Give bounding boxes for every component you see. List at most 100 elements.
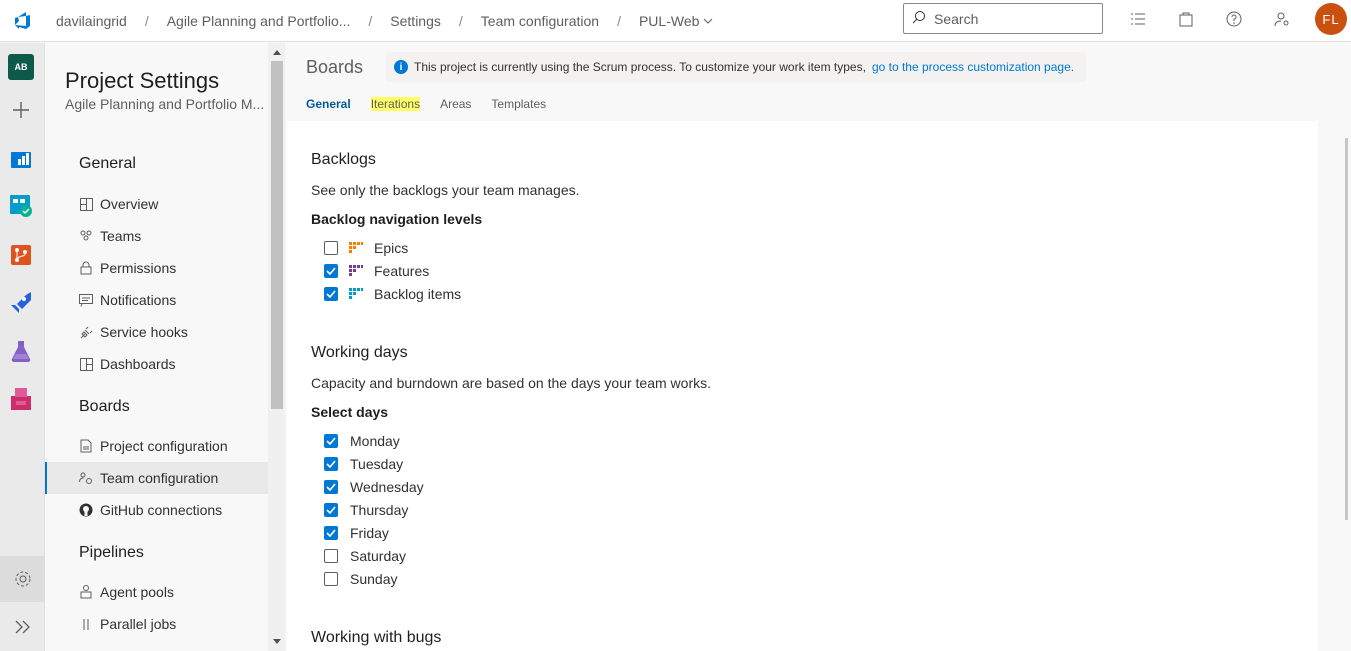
checkbox[interactable]	[324, 264, 338, 278]
checkbox[interactable]	[324, 526, 338, 540]
chevron-down-icon	[703, 13, 713, 29]
boards-icon[interactable]	[8, 193, 34, 219]
process-customization-link[interactable]: go to the process customization page.	[872, 60, 1074, 74]
tab-areas[interactable]: Areas	[440, 97, 471, 111]
overview-icon[interactable]	[8, 146, 34, 172]
backlog-level-label: Backlog items	[374, 286, 462, 302]
teams-icon	[79, 229, 93, 243]
section-general: General	[79, 155, 136, 172]
checkbox[interactable]	[324, 572, 338, 586]
sidebar-item-team-configuration[interactable]: Team configuration	[45, 462, 268, 494]
add-icon[interactable]	[8, 97, 34, 123]
sidebar-item-dashboards[interactable]: Dashboards	[45, 348, 268, 380]
settings-content: Backlogs See only the backlogs your team…	[287, 121, 1318, 651]
app-rail: AB	[0, 43, 45, 651]
backlogs-heading: Backlogs	[311, 151, 376, 168]
avatar[interactable]: FL	[1315, 3, 1347, 35]
plug-icon	[79, 325, 93, 339]
day-friday[interactable]: Friday	[324, 523, 389, 543]
search-box[interactable]: Search	[903, 3, 1103, 34]
section-pipelines: Pipelines	[79, 544, 144, 561]
pipelines-icon[interactable]	[8, 290, 34, 316]
checkbox[interactable]	[324, 241, 338, 255]
shopping-bag-icon[interactable]	[1173, 6, 1199, 32]
sidebar-item-parallel-jobs[interactable]: Parallel jobs	[45, 608, 268, 640]
main-scrollbar[interactable]	[1345, 138, 1348, 520]
scroll-down-arrow-icon[interactable]	[271, 636, 283, 648]
section-boards: Boards	[79, 398, 130, 415]
breadcrumb-separator: /	[368, 12, 373, 29]
sidebar-title: Project Settings	[65, 68, 220, 93]
breadcrumb-project[interactable]: Agile Planning and Portfolio...	[163, 13, 355, 29]
day-label: Tuesday	[350, 456, 404, 472]
sidebar-item-agent-pools[interactable]: Agent pools	[45, 576, 268, 608]
checkbox[interactable]	[324, 549, 338, 563]
day-tuesday[interactable]: Tuesday	[324, 454, 403, 474]
day-sunday[interactable]: Sunday	[324, 569, 397, 589]
tab-general[interactable]: General	[306, 97, 351, 111]
page-title: Boards	[306, 57, 364, 77]
user-settings-icon[interactable]	[1269, 6, 1295, 32]
day-label: Sunday	[350, 571, 398, 587]
breadcrumb-team-picker[interactable]: PUL-Web	[635, 13, 717, 29]
sidebar-subtitle: Agile Planning and Portfolio M...	[65, 96, 265, 112]
settings-gear-icon[interactable]	[0, 556, 45, 602]
lock-icon	[79, 261, 93, 275]
artifacts-icon[interactable]	[8, 386, 34, 412]
info-banner: i This project is currently using the Sc…	[386, 52, 1086, 82]
day-label: Wednesday	[350, 479, 424, 495]
breadcrumb-org[interactable]: davilaingrid	[52, 13, 131, 29]
day-saturday[interactable]: Saturday	[324, 546, 406, 566]
breadcrumb-team-configuration[interactable]: Team configuration	[477, 13, 603, 29]
repos-icon[interactable]	[8, 242, 34, 268]
sidebar-item-label: Dashboards	[100, 356, 176, 372]
sidebar-item-label: Teams	[100, 228, 142, 244]
day-monday[interactable]: Monday	[324, 431, 400, 451]
backlog-level-backlog-items[interactable]: Backlog items	[324, 284, 461, 304]
day-label: Thursday	[350, 502, 409, 518]
checkbox[interactable]	[324, 287, 338, 301]
checkbox[interactable]	[324, 457, 338, 471]
tab-templates[interactable]: Templates	[491, 97, 546, 111]
document-icon	[79, 439, 93, 453]
sidebar-item-service-hooks[interactable]: Service hooks	[45, 316, 268, 348]
breadcrumb-separator: /	[144, 12, 149, 29]
backlog-level-epics[interactable]: Epics	[324, 238, 408, 258]
checkbox[interactable]	[324, 434, 338, 448]
sidebar-scrollbar-thumb[interactable]	[271, 61, 283, 409]
breadcrumb-settings[interactable]: Settings	[386, 13, 445, 29]
backlog-item-icon	[349, 288, 363, 299]
sidebar-item-notifications[interactable]: Notifications	[45, 284, 268, 316]
info-icon: i	[394, 60, 408, 74]
expand-chevrons-icon[interactable]	[0, 604, 45, 650]
sidebar-item-label: Parallel jobs	[100, 616, 177, 632]
info-text: This project is currently using the Scru…	[414, 60, 866, 74]
sidebar-item-label: Notifications	[100, 292, 177, 308]
notification-icon	[79, 293, 93, 307]
azure-devops-logo-icon[interactable]	[0, 0, 44, 42]
search-placeholder: Search	[934, 10, 979, 27]
sidebar-item-label: Service hooks	[100, 324, 188, 340]
tab-iterations[interactable]: Iterations	[370, 97, 421, 111]
sidebar-item-permissions[interactable]: Permissions	[45, 252, 268, 284]
checkbox[interactable]	[324, 480, 338, 494]
list-icon[interactable]	[1125, 6, 1151, 32]
day-thursday[interactable]: Thursday	[324, 500, 408, 520]
backlog-level-label: Features	[374, 263, 430, 279]
settings-sidebar: Project Settings Agile Planning and Port…	[45, 43, 285, 651]
sidebar-item-project-configuration[interactable]: Project configuration	[45, 430, 268, 462]
agent-pool-icon	[79, 585, 93, 599]
checkbox[interactable]	[324, 503, 338, 517]
sidebar-item-teams[interactable]: Teams	[45, 220, 268, 252]
help-icon[interactable]	[1221, 6, 1247, 32]
backlog-level-features[interactable]: Features	[324, 261, 429, 281]
dashboard-icon	[79, 357, 93, 371]
day-wednesday[interactable]: Wednesday	[324, 477, 424, 497]
sidebar-item-github-connections[interactable]: GitHub connections	[45, 494, 268, 526]
sidebar-item-overview[interactable]: Overview	[45, 188, 268, 220]
sidebar-item-label: Permissions	[100, 260, 177, 276]
parallel-icon	[79, 617, 93, 631]
org-badge[interactable]: AB	[8, 54, 34, 80]
scroll-up-arrow-icon[interactable]	[271, 46, 283, 58]
test-plans-icon[interactable]	[8, 338, 34, 364]
